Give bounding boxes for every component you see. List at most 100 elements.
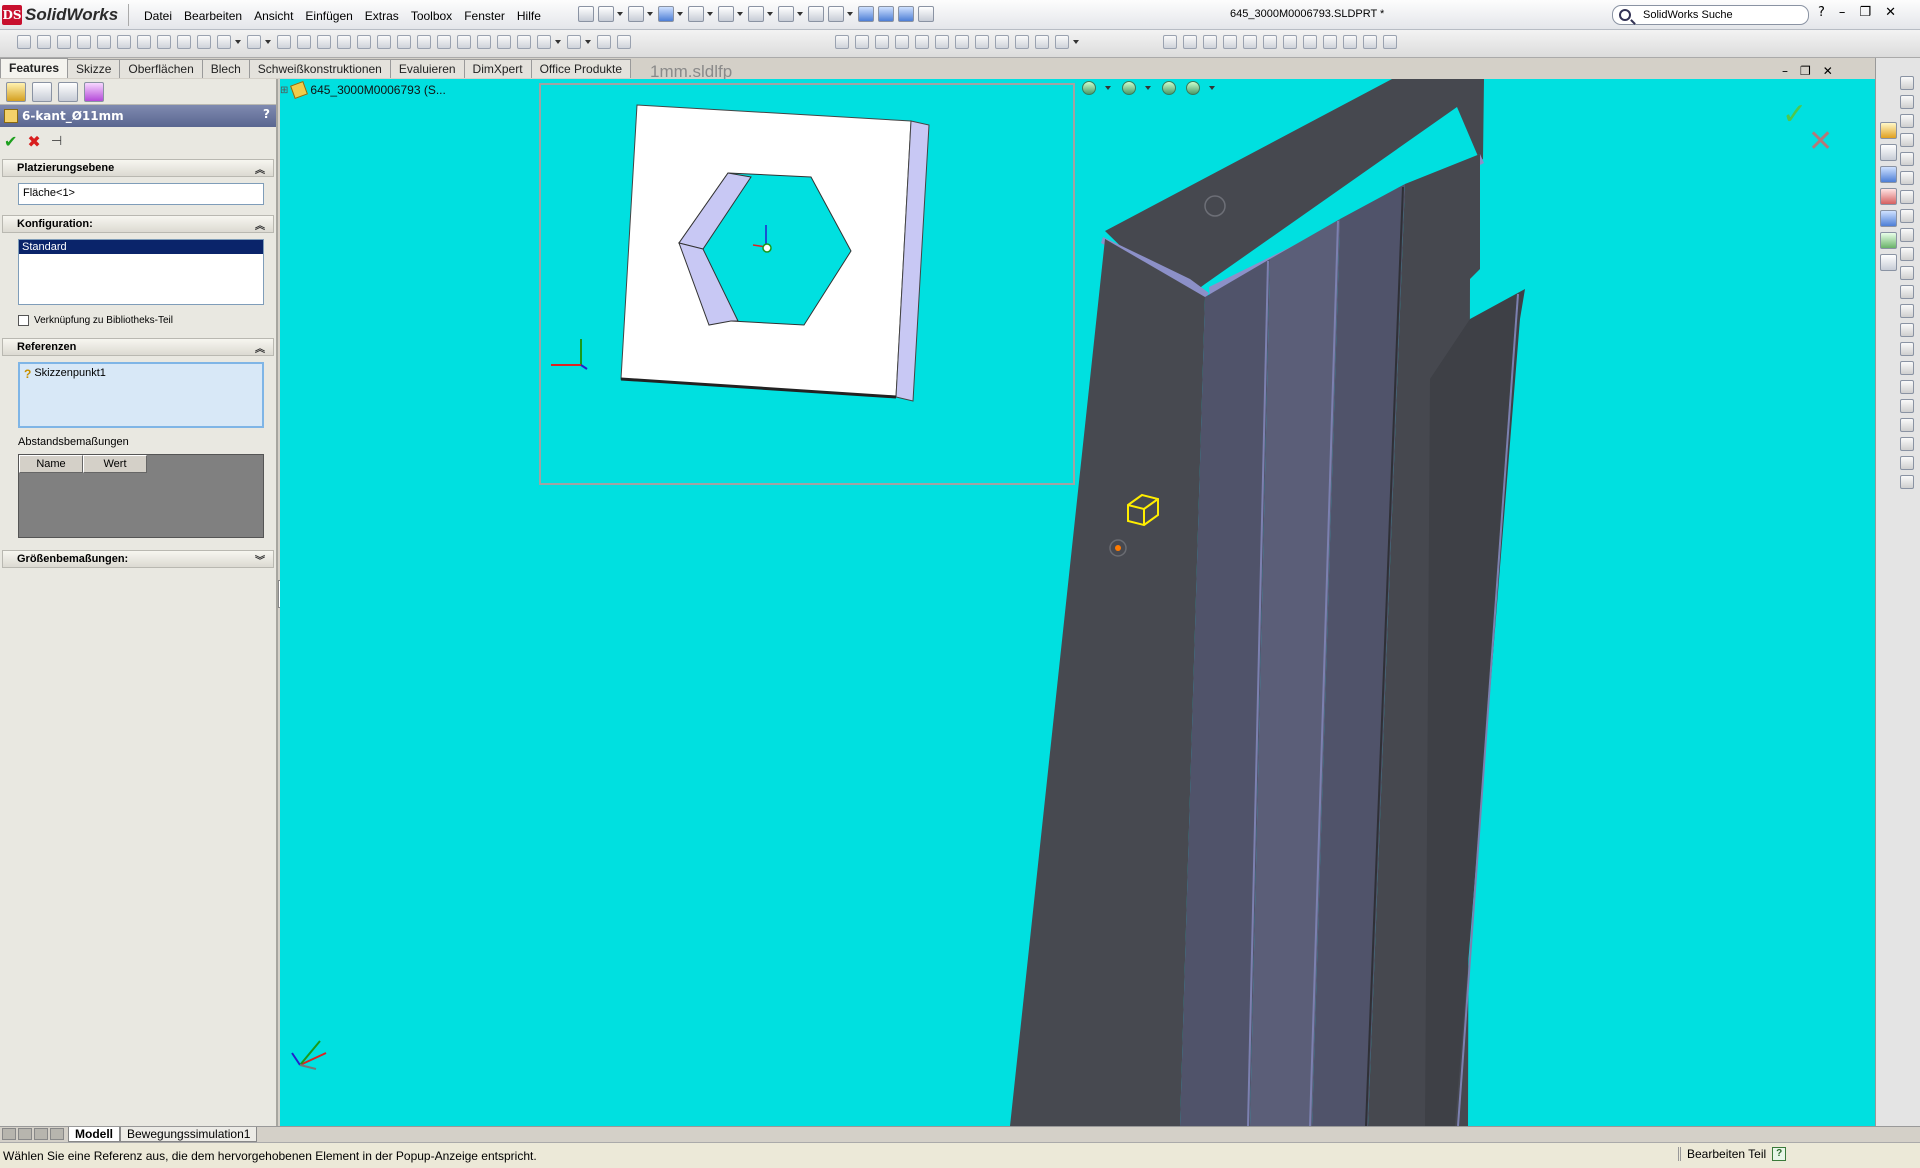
pattern-icon[interactable] — [247, 35, 261, 49]
tab-blech[interactable]: Blech — [201, 59, 250, 78]
dropdown-arrow-icon[interactable] — [797, 12, 803, 16]
undo-icon[interactable] — [718, 6, 734, 22]
extrude-icon[interactable] — [17, 35, 31, 49]
note-icon[interactable] — [1900, 114, 1914, 128]
dropdown-arrow-icon[interactable] — [767, 12, 773, 16]
section-header[interactable]: Platzierungsebene ︽ — [2, 159, 274, 177]
first-tab-icon[interactable] — [2, 1127, 16, 1140]
view-bottom-icon[interactable] — [1263, 35, 1277, 49]
search-results-icon[interactable] — [1880, 188, 1897, 205]
menu-toolbox[interactable]: Toolbox — [405, 7, 458, 25]
collapse-icon[interactable]: ︽ — [255, 161, 265, 176]
tab-evaluieren[interactable]: Evaluieren — [389, 59, 465, 78]
offset-icon[interactable] — [875, 35, 889, 49]
file-properties-icon[interactable] — [828, 6, 844, 22]
column-header-value[interactable]: Wert — [83, 455, 147, 473]
document-minimize-button[interactable]: – — [1782, 64, 1788, 78]
redo-icon[interactable] — [748, 6, 764, 22]
split-icon[interactable] — [477, 35, 491, 49]
document-restore-button[interactable]: ❐ — [1800, 64, 1811, 78]
fillet-icon[interactable] — [197, 35, 211, 49]
tab-features[interactable]: Features — [0, 58, 69, 78]
tab-schweisskonstruktionen[interactable]: Schweißkonstruktionen — [248, 59, 391, 78]
sum-icon[interactable] — [1900, 247, 1914, 261]
custom-properties-icon[interactable] — [1880, 254, 1897, 271]
next-tab-icon[interactable] — [34, 1127, 48, 1140]
rib-icon[interactable] — [277, 35, 291, 49]
cut-sweep-icon[interactable] — [157, 35, 171, 49]
options-icon[interactable] — [918, 6, 934, 22]
section-header[interactable]: Größenbemaßungen: ︾ — [2, 550, 274, 568]
column-header-name[interactable]: Name — [19, 455, 83, 473]
sketch-fillet-icon[interactable] — [835, 35, 849, 49]
new-document-icon[interactable] — [598, 6, 614, 22]
combine-icon[interactable] — [457, 35, 471, 49]
symmetry-icon[interactable] — [1900, 380, 1914, 394]
link-to-library-checkbox[interactable] — [18, 315, 29, 326]
menu-bearbeiten[interactable]: Bearbeiten — [178, 7, 248, 25]
tab-office-produkte[interactable]: Office Produkte — [530, 59, 632, 78]
revolve-icon[interactable] — [37, 35, 51, 49]
stretch-icon[interactable] — [1035, 35, 1049, 49]
undercut-icon[interactable] — [1900, 285, 1914, 299]
property-manager-icon[interactable] — [32, 81, 52, 102]
view-iso-icon[interactable] — [1283, 35, 1297, 49]
instant3d-icon[interactable] — [597, 35, 611, 49]
3d-sketch-icon[interactable] — [1343, 35, 1357, 49]
sketch-tool-icon[interactable] — [1900, 76, 1914, 90]
sketch-icon[interactable] — [1323, 35, 1337, 49]
dropdown-arrow-icon[interactable] — [585, 40, 591, 44]
trim-icon[interactable] — [855, 35, 869, 49]
zebra-icon[interactable] — [1900, 361, 1914, 375]
convert-icon[interactable] — [895, 35, 909, 49]
section-header[interactable]: Konfiguration: ︽ — [2, 215, 274, 233]
rotate-icon[interactable] — [975, 35, 989, 49]
check-icon[interactable] — [1900, 228, 1914, 242]
view-right-icon[interactable] — [1223, 35, 1237, 49]
loft-icon[interactable] — [77, 35, 91, 49]
rebuild-icon[interactable] — [808, 6, 824, 22]
tab-oberflaechen[interactable]: Oberflächen — [119, 59, 203, 78]
stack-icon[interactable] — [1900, 475, 1914, 489]
dropdown-arrow-icon[interactable] — [647, 12, 653, 16]
placement-face-field[interactable]: Fläche<1> — [18, 183, 264, 205]
thickness-icon[interactable] — [1900, 323, 1914, 337]
sweep-icon[interactable] — [57, 35, 71, 49]
configuration-list[interactable]: Standard — [18, 239, 264, 305]
prev-tab-icon[interactable] — [18, 1127, 32, 1140]
tab-modell[interactable]: Modell — [68, 1127, 120, 1142]
dropdown-arrow-icon[interactable] — [265, 40, 271, 44]
confirm-ok-icon[interactable]: ✓ — [1782, 97, 1807, 132]
menu-fenster[interactable]: Fenster — [458, 7, 511, 25]
wrap-icon[interactable] — [337, 35, 351, 49]
copy-icon[interactable] — [995, 35, 1009, 49]
import-diagnostics-icon[interactable] — [1900, 418, 1914, 432]
print-icon[interactable] — [688, 6, 704, 22]
dropdown-arrow-icon[interactable] — [847, 12, 853, 16]
menu-extras[interactable]: Extras — [359, 7, 405, 25]
display-style-icon[interactable] — [898, 6, 914, 22]
cut-loft-icon[interactable] — [177, 35, 191, 49]
view-back-icon[interactable] — [1183, 35, 1197, 49]
parting-line-icon[interactable] — [1900, 304, 1914, 318]
scale-icon[interactable] — [1015, 35, 1029, 49]
list-item[interactable]: Standard — [19, 240, 263, 254]
cut-revolve-icon[interactable] — [137, 35, 151, 49]
dropdown-arrow-icon[interactable] — [617, 12, 623, 16]
section-header[interactable]: Referenzen ︽ — [2, 338, 274, 356]
curves-icon[interactable] — [567, 35, 581, 49]
pin-icon[interactable] — [578, 6, 594, 22]
dimxpert-manager-icon[interactable] — [84, 81, 104, 102]
measure-icon[interactable] — [1900, 171, 1914, 185]
collapse-icon[interactable]: ︽ — [255, 340, 265, 355]
restore-button[interactable]: ❐ — [1859, 5, 1871, 20]
relations-icon[interactable] — [1055, 35, 1069, 49]
tab-dimxpert[interactable]: DimXpert — [463, 59, 532, 78]
indent-icon[interactable] — [497, 35, 511, 49]
help-button[interactable]: ? — [1818, 5, 1825, 20]
appearances-icon[interactable] — [1880, 232, 1897, 249]
configuration-manager-icon[interactable] — [58, 81, 78, 102]
help-button[interactable]: ? — [263, 107, 270, 121]
expand-icon[interactable]: ︾ — [255, 552, 265, 567]
3d-model-beam[interactable] — [280, 79, 1875, 1126]
